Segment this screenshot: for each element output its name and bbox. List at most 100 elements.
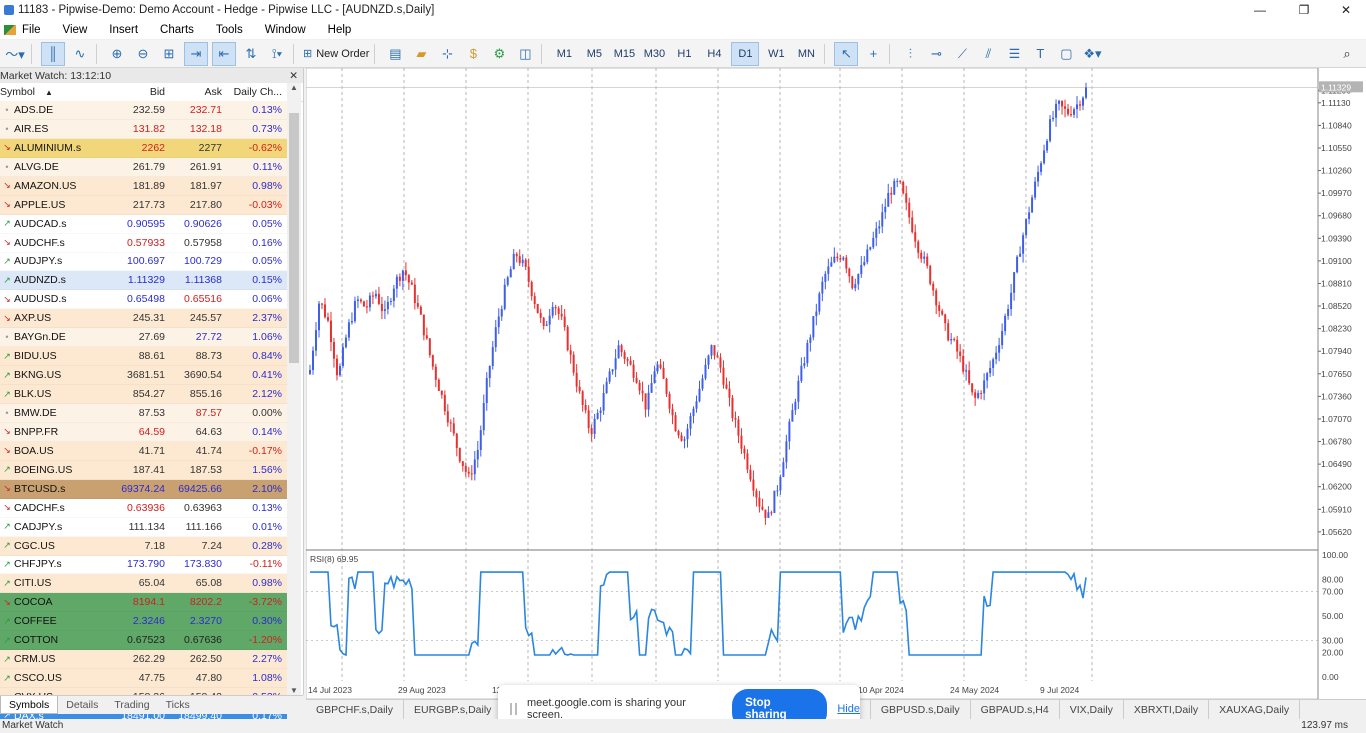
drag-handle-icon[interactable] [510,703,517,715]
close-button[interactable]: ✕ [1326,0,1366,20]
market-watch-row[interactable]: ↘ APPLE.US 217.73 217.80 -0.03% [0,195,287,215]
settings-icon[interactable]: ⚙ [488,43,510,65]
market-watch-row[interactable]: • ADS.DE 232.59 232.71 0.13% [0,101,287,120]
line-chart-icon[interactable]: ∿ [69,43,91,65]
screenshot-icon[interactable]: ◫ [514,43,536,65]
close-icon[interactable]: ✕ [289,70,298,82]
channel-icon[interactable]: ⫽ [977,43,999,65]
market-watch-row[interactable]: ↗ CGC.US 7.18 7.24 0.28% [0,536,287,556]
market-watch-row[interactable]: ↗ AUDJPY.s 100.697 100.729 0.05% [0,252,287,272]
market-watch-row[interactable]: ↘ AXP.US 245.31 245.57 2.37% [0,309,287,329]
market-watch-row[interactable]: ↗ AUDCAD.s 0.90595 0.90626 0.05% [0,214,287,234]
timeframe-mn[interactable]: MN [793,43,819,65]
market-watch-row[interactable]: ↗ CRM.US 262.29 262.50 2.27% [0,650,287,670]
expert-advisors-icon[interactable]: ⇅ [240,43,262,65]
new-order-button[interactable]: ⊞ New Order [303,43,369,65]
chart-tab-gbpaud[interactable]: GBPAUD.s,H4 [971,700,1060,720]
restore-button[interactable]: ❐ [1284,0,1324,20]
tab-details[interactable]: Details [58,696,106,714]
market-icon[interactable]: ▤ [384,43,406,65]
chart-tab-xbrxti[interactable]: XBRXTI,Daily [1124,700,1210,720]
zoom-in-icon[interactable]: ⊕ [106,43,128,65]
chart-type-icon[interactable]: 〜▾ [4,43,26,65]
market-watch-row[interactable]: • BAYGn.DE 27.69 27.72 1.06% [0,328,287,348]
tab-ticks[interactable]: Ticks [158,696,198,714]
timeframe-m30[interactable]: M30 [641,43,667,65]
timeframe-w1[interactable]: W1 [763,43,789,65]
market-watch-row[interactable]: ↗ BLK.US 854.27 855.16 2.12% [0,385,287,404]
column-ask[interactable]: Ask [165,86,222,98]
market-watch-row[interactable]: ↘ AMAZON.US 181.89 181.97 0.98% [0,176,287,196]
market-watch-row[interactable]: ↗ CHFJPY.s 173.790 173.830 -0.11% [0,555,287,575]
scroll-thumb[interactable] [289,113,299,363]
market-watch-row[interactable]: ↘ AUDUSD.s 0.65498 0.65516 0.06% [0,290,287,310]
column-symbol[interactable]: Symbol ▲ [0,86,110,98]
market-watch-row[interactable]: ↘ AUDCHF.s 0.57933 0.57958 0.16% [0,233,287,253]
search-icon[interactable]: ⌕ [1336,43,1358,65]
menu-help[interactable]: Help [328,24,352,36]
market-watch-row[interactable]: ↗ BIDU.US 88.61 88.73 0.84% [0,347,287,367]
tab-symbols[interactable]: Symbols [0,696,59,714]
market-watch-row[interactable]: ↗ CITI.US 65.04 65.08 0.98% [0,574,287,594]
chart-tab-eurgbp[interactable]: EURGBP.s,Daily [404,700,503,720]
minimize-button[interactable]: — [1240,0,1280,20]
market-watch-row[interactable]: ↘ CADCHF.s 0.63936 0.63963 0.13% [0,498,287,518]
signals-icon[interactable]: ⊹ [436,43,458,65]
market-watch-row[interactable]: ↗ AUDNZD.s 1.11329 1.11368 0.15% [0,271,287,291]
menu-insert[interactable]: Insert [109,24,138,36]
price-chart[interactable]: 1.112901.111301.108401.105501.102601.099… [305,67,1366,700]
timeframe-h1[interactable]: H1 [671,43,697,65]
scroll-up-icon[interactable]: ▲ [287,83,301,92]
menu-window[interactable]: Window [265,24,306,36]
trendline-icon[interactable]: ⟋ [951,43,973,65]
timeframe-m1[interactable]: M1 [551,43,577,65]
folder-icon[interactable]: ▰ [410,43,432,65]
market-watch-row[interactable]: ↘ COCOA 8194.1 8202.2 -3.72% [0,593,287,613]
market-watch-row[interactable]: ↘ BTCUSD.s 69374.24 69425.66 2.10% [0,479,287,499]
column-daily-change[interactable]: Daily Ch... [222,86,287,98]
tab-trading[interactable]: Trading [106,696,157,714]
timeframe-m5[interactable]: M5 [581,43,607,65]
scroll-down-icon[interactable]: ▼ [287,686,301,695]
grid-icon[interactable]: ⊞ [158,43,180,65]
market-watch-row[interactable]: ↘ ALUMINIUM.s 2262 2277 -0.62% [0,138,287,158]
menu-file[interactable]: File [22,24,41,36]
fibonacci-icon[interactable]: ☰ [1003,43,1025,65]
menu-view[interactable]: View [63,24,88,36]
timeframe-m15[interactable]: M15 [611,43,637,65]
market-watch-row[interactable]: • AIR.ES 131.82 132.18 0.73% [0,119,287,139]
crosshair-icon[interactable]: + [862,43,884,65]
chart-area[interactable]: 1.112901.111301.108401.105501.102601.099… [305,67,1366,718]
chart-shift-icon[interactable]: ⇤ [212,41,236,66]
market-watch-row[interactable]: ↗ COTTON 0.67523 0.67636 -1.20% [0,631,287,651]
market-watch-row[interactable]: • ALVG.DE 261.79 261.91 0.11% [0,157,287,177]
chart-tab-gbpchf[interactable]: GBPCHF.s,Daily [306,700,405,720]
rectangle-icon[interactable]: ▢ [1055,43,1077,65]
market-watch-row[interactable]: ↘ BNPP.FR 64.59 64.63 0.14% [0,422,287,442]
market-watch-row[interactable]: ↗ CADJPY.s 111.134 111.166 0.01% [0,517,287,537]
market-watch-row[interactable]: ↘ BOA.US 41.71 41.74 -0.17% [0,441,287,461]
zoom-out-icon[interactable]: ⊖ [132,43,154,65]
shapes-icon[interactable]: ❖▾ [1081,43,1103,65]
bar-chart-icon[interactable]: ║ [41,41,65,66]
horizontal-line-icon[interactable]: ⊸ [925,43,947,65]
market-watch-row[interactable]: ↗ BOEING.US 187.41 187.53 1.56% [0,460,287,480]
autoscroll-icon[interactable]: ⇥ [184,41,208,66]
vertical-line-icon[interactable]: ⫶ [899,43,921,65]
market-watch-row[interactable]: • BMW.DE 87.53 87.57 0.00% [0,404,287,423]
timeframe-d1[interactable]: D1 [731,41,760,66]
market-watch-scrollbar[interactable]: ▲ ▼ [287,83,301,695]
chart-tab-xauxag[interactable]: XAUXAG,Daily [1209,700,1301,720]
text-icon[interactable]: T [1029,43,1051,65]
market-watch-row[interactable]: ↗ CSCO.US 47.75 47.80 1.08% [0,669,287,689]
timeframe-h4[interactable]: H4 [701,43,727,65]
market-watch-row[interactable]: ↗ COFFEE 2.3246 2.3270 0.30% [0,612,287,632]
market-watch-row[interactable]: ↗ BKNG.US 3681.51 3690.54 0.41% [0,366,287,386]
chart-tab-vix[interactable]: VIX,Daily [1060,700,1124,720]
dollar-icon[interactable]: $ [462,43,484,65]
cursor-icon[interactable]: ↖ [834,41,859,66]
indicators-icon[interactable]: ⟟▾ [266,43,288,65]
menu-tools[interactable]: Tools [216,24,243,36]
menu-charts[interactable]: Charts [160,24,194,36]
column-bid[interactable]: Bid [110,86,165,98]
